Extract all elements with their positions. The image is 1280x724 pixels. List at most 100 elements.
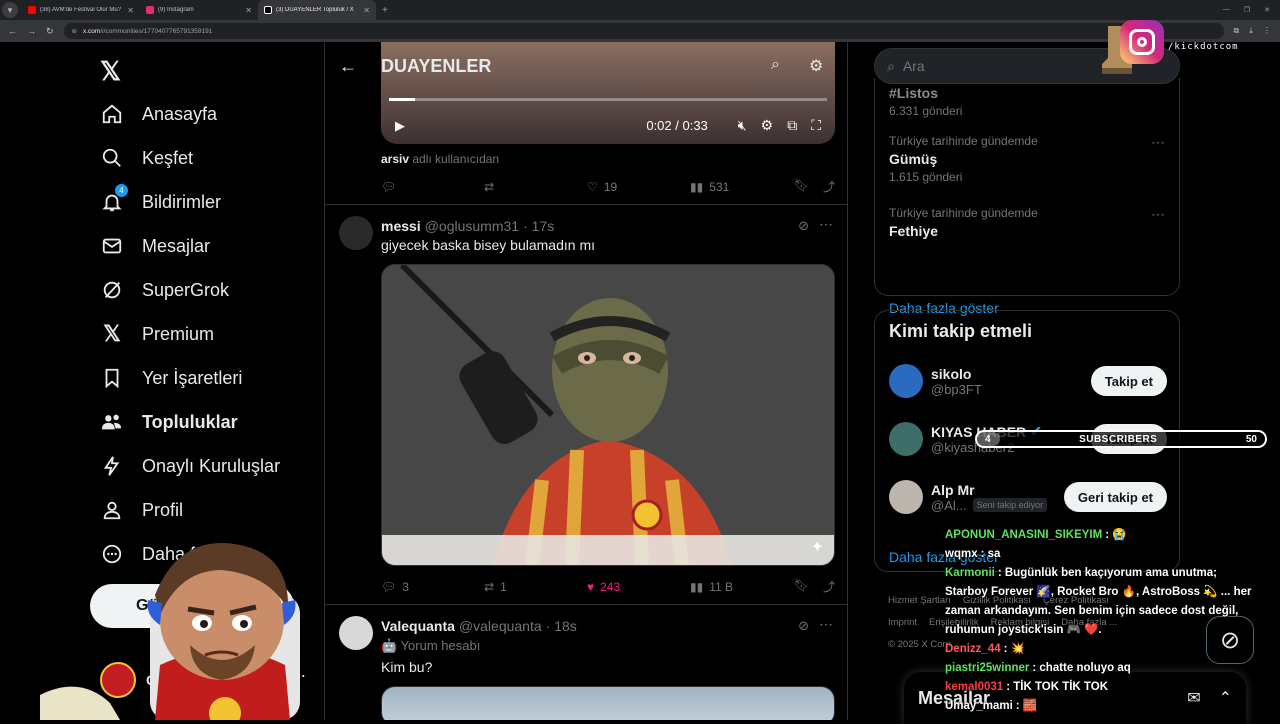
browser-tab-x[interactable]: (3) DUAYENLER Topluluk / X ✕: [258, 0, 376, 20]
extensions-area: ⧉ ⤓ ⋮: [1234, 26, 1271, 36]
nav-premium[interactable]: 𝕏 Premium: [100, 321, 214, 346]
footer-link[interactable]: Imprint: [888, 617, 917, 628]
divider: [325, 204, 847, 205]
nav-communities[interactable]: Topluluklar: [100, 410, 238, 434]
x-logo-icon[interactable]: 𝕏: [100, 56, 121, 87]
tweet-time[interactable]: · 18s: [546, 618, 577, 634]
reply-button[interactable]: 💬︎: [381, 180, 484, 194]
footer-link[interactable]: Hizmet Şartları: [888, 595, 951, 606]
author-handle[interactable]: @valequanta: [459, 618, 542, 634]
grok-sparkle-icon[interactable]: ✦: [811, 537, 824, 557]
minimize-icon[interactable]: —: [1223, 6, 1230, 14]
nav-profile[interactable]: Profil: [100, 498, 183, 522]
kebab-menu-icon[interactable]: ⋮: [1263, 26, 1271, 36]
close-tab-icon[interactable]: ✕: [127, 6, 134, 15]
avatar[interactable]: [339, 216, 373, 250]
close-tab-icon[interactable]: ✕: [363, 6, 370, 15]
browser-tab-youtube[interactable]: (38) AVM'de Festival Olur Mu? ✕: [22, 0, 140, 20]
mute-icon[interactable]: 🔇︎: [738, 117, 747, 134]
chat-text: : 💥: [1003, 643, 1025, 655]
copyright: © 2025 X Corp.: [888, 639, 954, 650]
nav-supergrok[interactable]: SuperGrok: [100, 278, 229, 302]
chat-message: kemal0031: TİK TOK TİK TOK: [945, 678, 1255, 697]
bookmark-icon[interactable]: 🔖︎: [794, 178, 809, 195]
tweet-media[interactable]: ✦: [381, 264, 835, 566]
retweet-button[interactable]: ⇄ 1: [484, 580, 587, 594]
nav-notifications[interactable]: 4 Bildirimler: [100, 184, 222, 214]
browser-tab-instagram[interactable]: (9) Instagram ✕: [140, 0, 258, 20]
retweet-icon: ⇄: [484, 179, 495, 194]
more-dots-icon[interactable]: ⋯: [1151, 206, 1165, 223]
lightning-icon: [100, 454, 124, 478]
site-info-icon[interactable]: ⊜: [72, 27, 77, 35]
share-icon[interactable]: ⤴: [823, 578, 835, 595]
restore-icon[interactable]: ❐: [1244, 6, 1250, 14]
nav-label: Bildirimler: [142, 191, 222, 212]
tweet-time[interactable]: · 17s: [523, 218, 554, 234]
nav-label: Topluluklar: [142, 411, 238, 432]
grok-icon[interactable]: ⊘: [798, 618, 809, 634]
download-icon[interactable]: ⤓: [1249, 26, 1253, 36]
trend-item[interactable]: Türkiye tarihinde gündemde Fethiye: [889, 206, 1038, 242]
video-progress-fill: [389, 98, 416, 101]
more-dots-icon[interactable]: ⋯: [819, 216, 833, 233]
video-progress-bar[interactable]: [389, 98, 827, 101]
trend-item[interactable]: #Listos 6.331 gönderi: [889, 82, 962, 118]
chat-text: : TİK TOK TİK TOK: [1006, 681, 1108, 693]
subscriber-count: 4: [985, 433, 991, 445]
chat-text: : 😭: [1105, 529, 1127, 541]
follow-suggestion[interactable]: Alp Mr @Al... Seni takip ediyor Geri taki…: [889, 477, 1167, 517]
search-icon[interactable]: ⌕: [771, 56, 780, 74]
address-bar[interactable]: ⊜ x.com/i/communities/177040776579135919…: [63, 23, 1224, 39]
views-icon: ▮▮: [690, 179, 704, 194]
close-tab-icon[interactable]: ✕: [245, 6, 252, 15]
more-dots-icon[interactable]: ⋯: [1151, 134, 1165, 151]
nav-explore[interactable]: Keşfet: [100, 146, 193, 170]
suggestion-handle: @bp3FT: [931, 381, 982, 397]
nav-verified-orgs[interactable]: Onaylı Kuruluşlar: [100, 454, 280, 478]
fullscreen-icon[interactable]: ⛶: [811, 117, 821, 134]
tweet-media[interactable]: [381, 686, 835, 720]
nav-home[interactable]: Anasayfa: [100, 102, 217, 126]
reply-button[interactable]: 💬︎ 3: [381, 580, 484, 594]
retweet-button[interactable]: ⇄: [484, 180, 587, 194]
x-favicon-icon: [264, 6, 272, 14]
author-name[interactable]: messi: [381, 218, 421, 234]
trend-count: 6.331 gönderi: [889, 104, 963, 118]
attribution-user[interactable]: arsiv: [381, 152, 409, 166]
pip-icon[interactable]: ⧉: [787, 117, 797, 134]
extensions-icon[interactable]: ⧉: [1234, 26, 1240, 36]
new-tab-icon[interactable]: +: [382, 5, 388, 16]
author-name[interactable]: Valequanta: [381, 618, 455, 634]
like-button[interactable]: ♡ 19: [587, 180, 690, 194]
close-window-icon[interactable]: ✕: [1264, 6, 1270, 14]
bookmark-icon[interactable]: 🔖︎: [794, 578, 809, 595]
gear-icon[interactable]: ⚙: [809, 56, 823, 76]
trend-name: Fethiye: [889, 223, 939, 239]
forward-icon[interactable]: →: [27, 26, 36, 36]
tab-search-icon[interactable]: ▾: [2, 2, 18, 18]
nav-bookmarks[interactable]: Yer İşaretleri: [100, 366, 242, 390]
back-icon[interactable]: ←: [8, 26, 17, 36]
settings-gear-icon[interactable]: ⚙: [761, 117, 774, 134]
more-dots-icon[interactable]: ⋯: [819, 616, 833, 633]
reload-icon[interactable]: ↻: [46, 26, 54, 37]
follow-suggestion[interactable]: sikolo @bp3FT Takip et: [889, 361, 1167, 401]
home-icon: [100, 102, 124, 126]
like-button[interactable]: ♥ 243: [587, 580, 690, 594]
follow-back-button[interactable]: Geri takip et: [1063, 482, 1167, 512]
nav-messages[interactable]: Mesajlar: [100, 234, 210, 258]
back-arrow-icon[interactable]: ←: [339, 56, 357, 77]
share-icon[interactable]: ⤴: [823, 178, 835, 195]
author-handle[interactable]: @oglusumm31: [425, 218, 519, 234]
avatar[interactable]: [339, 616, 373, 650]
grok-icon[interactable]: ⊘: [798, 218, 809, 234]
views-button[interactable]: ▮▮ 531: [690, 180, 793, 194]
trend-item[interactable]: Türkiye tarihinde gündemde Gümüş 1.615 g…: [889, 134, 1038, 184]
follow-button[interactable]: Takip et: [1090, 366, 1167, 396]
community-header: ← DUAYENLER ⌕ ⚙: [325, 42, 847, 90]
views-button[interactable]: ▮▮ 11 B: [690, 580, 793, 594]
play-icon[interactable]: ▶: [395, 118, 405, 134]
stream-chat: APONUN_ANASINI_SIKEYIM: 😭 wqmx: sa Karmoni…: [945, 526, 1255, 716]
nav-label: Yer İşaretleri: [142, 367, 243, 388]
